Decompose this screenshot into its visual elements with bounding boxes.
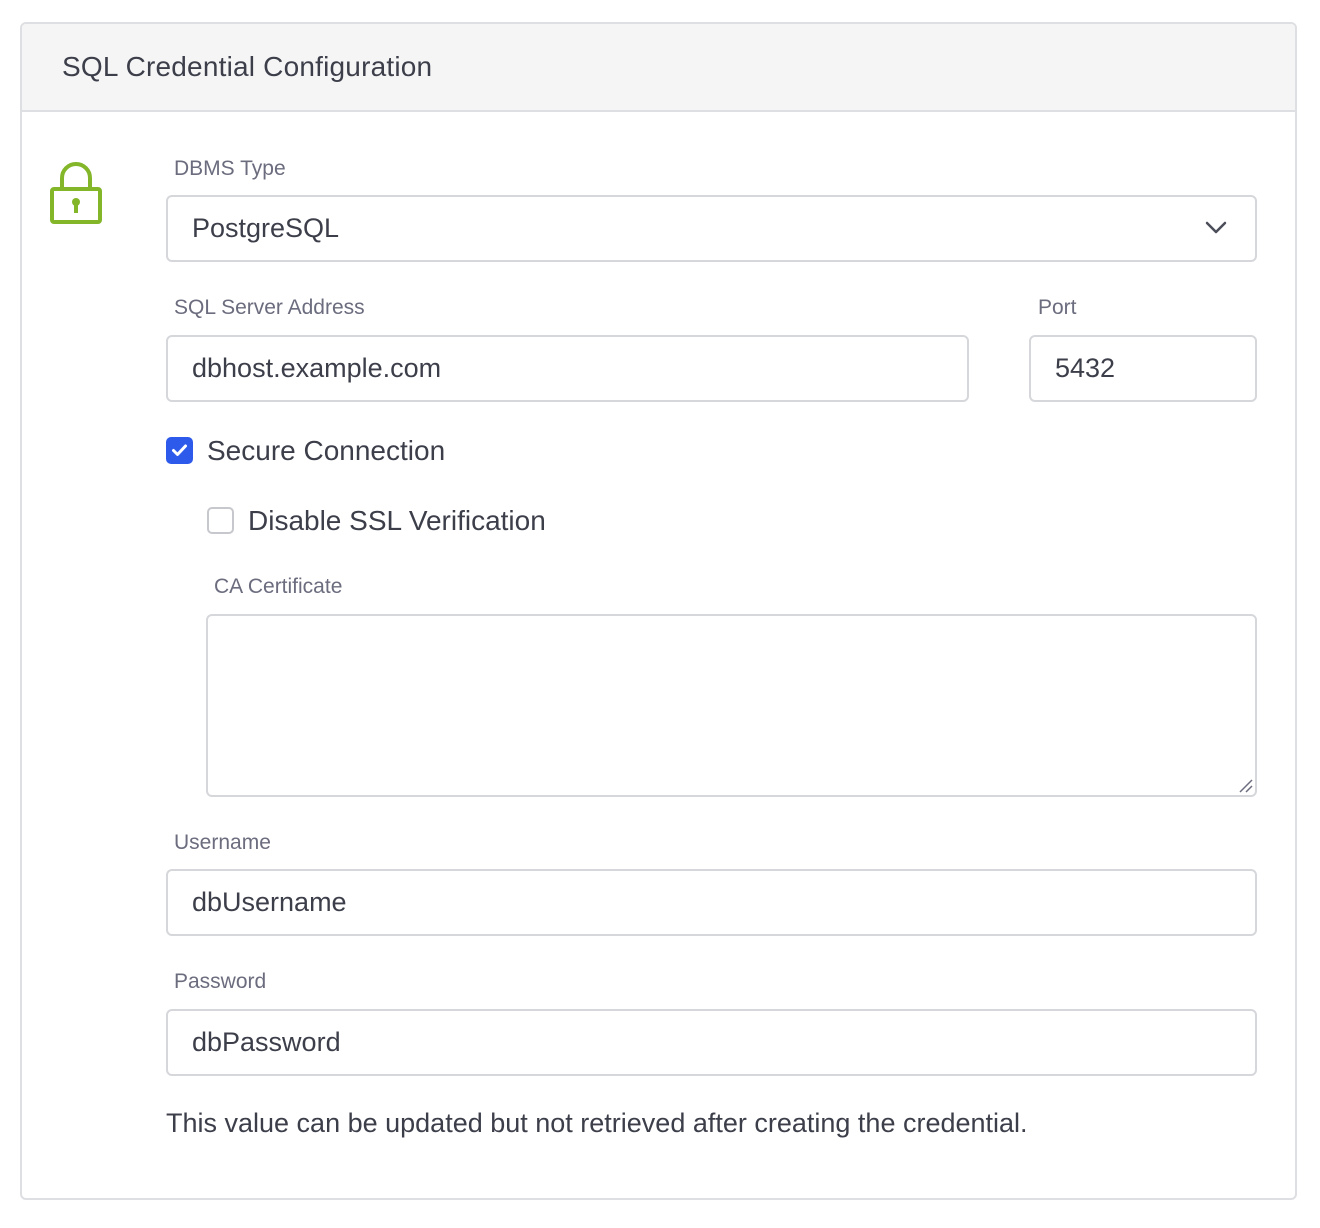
- port-input[interactable]: 5432: [1029, 335, 1257, 402]
- panel-title: SQL Credential Configuration: [62, 51, 433, 82]
- chevron-down-icon: [1205, 221, 1227, 234]
- ca-certificate-label: CA Certificate: [214, 575, 343, 598]
- disable-ssl-label[interactable]: Disable SSL Verification: [248, 505, 546, 537]
- secure-connection-checkbox[interactable]: [166, 437, 193, 464]
- secure-connection-label[interactable]: Secure Connection: [207, 435, 445, 467]
- password-value: dbPassword: [192, 1027, 341, 1057]
- server-address-input[interactable]: dbhost.example.com: [166, 335, 969, 402]
- username-value: dbUsername: [192, 887, 347, 917]
- server-address-value: dbhost.example.com: [192, 353, 442, 383]
- disable-ssl-checkbox[interactable]: [207, 507, 234, 534]
- lock-icon: [50, 162, 102, 224]
- resize-handle-icon[interactable]: [1237, 777, 1253, 793]
- username-label: Username: [174, 831, 271, 854]
- port-value: 5432: [1055, 353, 1116, 383]
- ca-certificate-textarea[interactable]: [206, 614, 1257, 797]
- password-label: Password: [174, 970, 267, 993]
- panel-header: SQL Credential Configuration: [22, 24, 1295, 112]
- check-icon: [172, 444, 187, 456]
- password-helper-text: This value can be updated but not retrie…: [166, 1108, 1028, 1138]
- dbms-type-select[interactable]: PostgreSQL: [166, 195, 1257, 262]
- dbms-type-label: DBMS Type: [174, 157, 286, 180]
- password-input[interactable]: dbPassword: [166, 1009, 1257, 1076]
- server-address-label: SQL Server Address: [174, 296, 365, 319]
- port-label: Port: [1038, 296, 1077, 319]
- username-input[interactable]: dbUsername: [166, 869, 1257, 936]
- dbms-type-value: PostgreSQL: [192, 213, 340, 243]
